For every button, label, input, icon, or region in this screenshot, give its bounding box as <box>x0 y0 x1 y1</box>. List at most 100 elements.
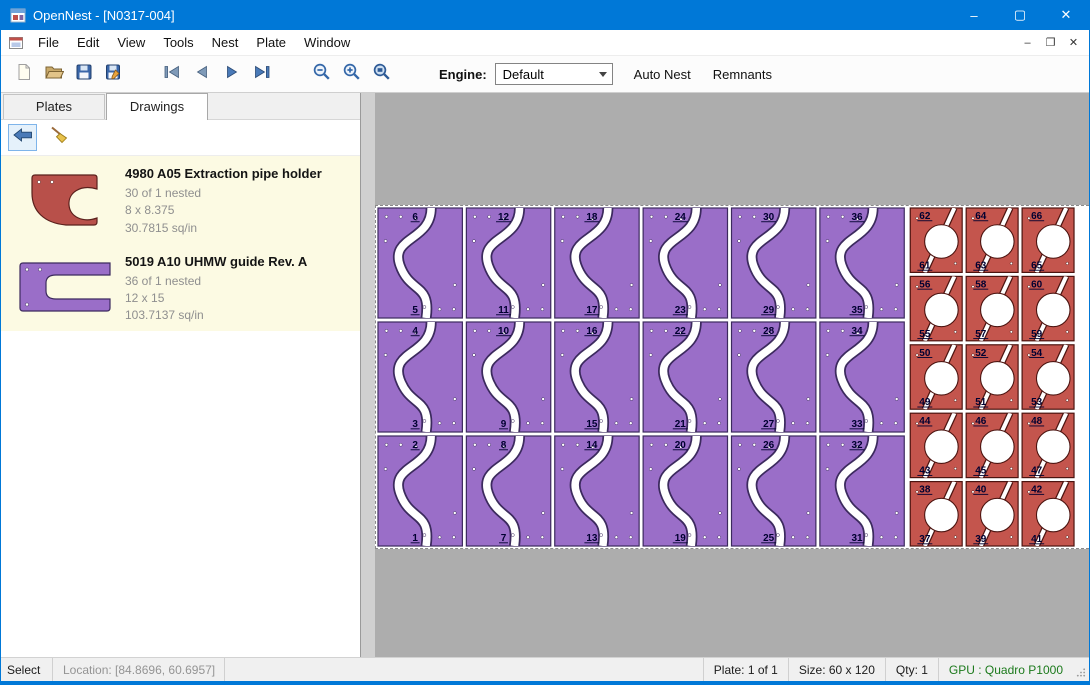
nest-cell-red[interactable]: 4039 <box>966 482 1018 546</box>
drawing-nested: 30 of 1 nested <box>125 185 322 202</box>
status-plate: Plate: 1 of 1 <box>703 658 788 681</box>
engine-dropdown[interactable]: Default <box>495 63 613 85</box>
previous-plate-button[interactable] <box>187 59 217 89</box>
menu-nest[interactable]: Nest <box>203 31 248 54</box>
send-to-nest-button[interactable] <box>8 124 37 151</box>
drawing-title: 5019 A10 UHMW guide Rev. A <box>125 253 307 271</box>
nest-cell-red[interactable]: 6665 <box>1022 208 1074 272</box>
last-plate-button[interactable] <box>247 59 277 89</box>
resize-grip[interactable] <box>1073 658 1089 681</box>
app-window: OpenNest - [N0317-004] – ▢ ✕ File Edit V… <box>0 0 1090 685</box>
menu-plate[interactable]: Plate <box>247 31 295 54</box>
engine-value: Default <box>503 67 544 82</box>
broom-icon <box>49 126 69 149</box>
purple-part-icon <box>12 258 116 316</box>
nest-cell-red[interactable]: 4443 <box>910 413 962 477</box>
menu-bar: File Edit View Tools Nest Plate Window –… <box>1 30 1089 56</box>
nest-cell-red[interactable]: 6059 <box>1022 276 1074 340</box>
nest-cell-purple[interactable]: 3635 <box>820 208 904 318</box>
zoom-in-button[interactable] <box>337 59 367 89</box>
maximize-button[interactable]: ▢ <box>997 0 1043 30</box>
close-button[interactable]: ✕ <box>1043 0 1089 30</box>
nest-plate-svg[interactable]: 6512111817242330293635431091615222128273… <box>376 206 1089 548</box>
nest-cell-purple[interactable]: 21 <box>378 436 462 546</box>
nest-cell-purple[interactable]: 2625 <box>732 436 816 546</box>
mdi-window-controls: – ❐ ✕ <box>1016 36 1089 49</box>
nest-cell-red[interactable]: 4241 <box>1022 482 1074 546</box>
mdi-restore-button[interactable]: ❐ <box>1039 36 1062 49</box>
nest-cell-purple[interactable]: 3231 <box>820 436 904 546</box>
tab-drawings[interactable]: Drawings <box>106 93 208 120</box>
nest-cell-red[interactable]: 5655 <box>910 276 962 340</box>
tab-plates[interactable]: Plates <box>3 94 105 119</box>
clear-button[interactable] <box>44 124 73 151</box>
next-plate-button[interactable] <box>217 59 247 89</box>
open-button[interactable] <box>39 59 69 89</box>
nest-cell-purple[interactable]: 3029 <box>732 208 816 318</box>
nest-cell-purple[interactable]: 109 <box>466 322 550 432</box>
nest-cell-purple[interactable]: 2423 <box>643 208 727 318</box>
red-part-icon <box>28 171 100 229</box>
nest-cell-purple[interactable]: 1615 <box>555 322 639 432</box>
nest-cell-red[interactable]: 5049 <box>910 345 962 409</box>
nest-cell-purple[interactable]: 2827 <box>732 322 816 432</box>
engine-label: Engine: <box>439 67 487 82</box>
app-icon <box>10 8 26 23</box>
nest-cell-red[interactable]: 4645 <box>966 413 1018 477</box>
nest-cell-red[interactable]: 5857 <box>966 276 1018 340</box>
drawing-area: 103.7137 sq/in <box>125 307 307 324</box>
nest-cell-purple[interactable]: 1413 <box>555 436 639 546</box>
next-arrow-icon <box>222 64 242 85</box>
nest-cell-red[interactable]: 3837 <box>910 482 962 546</box>
zoom-out-button[interactable] <box>307 59 337 89</box>
status-size: Size: 60 x 120 <box>788 658 885 681</box>
mdi-close-button[interactable]: ✕ <box>1062 36 1085 49</box>
nest-cell-red[interactable]: 5251 <box>966 345 1018 409</box>
save-as-icon <box>105 63 124 86</box>
list-item[interactable]: 5019 A10 UHMW guide Rev. A 36 of 1 neste… <box>1 244 360 332</box>
nest-cell-purple[interactable]: 65 <box>378 208 462 318</box>
window-title: OpenNest - [N0317-004] <box>33 8 175 23</box>
zoom-group <box>307 59 397 89</box>
drawings-toolbar <box>1 120 360 156</box>
document-icon <box>9 37 23 49</box>
menu-tools[interactable]: Tools <box>154 31 202 54</box>
nest-cell-purple[interactable]: 87 <box>466 436 550 546</box>
menu-view[interactable]: View <box>108 31 154 54</box>
main-toolbar: Engine: Default Auto Nest Remnants <box>1 56 1089 93</box>
nest-canvas[interactable]: 6512111817242330293635431091615222128273… <box>361 93 1089 657</box>
zoom-fit-button[interactable] <box>367 59 397 89</box>
nest-cell-purple[interactable]: 2221 <box>643 322 727 432</box>
nest-cell-red[interactable]: 6261 <box>910 208 962 272</box>
drawings-list: 4980 A05 Extraction pipe holder 30 of 1 … <box>1 156 360 657</box>
chevron-down-icon[interactable] <box>595 64 612 84</box>
list-item[interactable]: 4980 A05 Extraction pipe holder 30 of 1 … <box>1 156 360 244</box>
drawing-nested: 36 of 1 nested <box>125 273 307 290</box>
nest-cell-purple[interactable]: 1817 <box>555 208 639 318</box>
nest-cell-red[interactable]: 5453 <box>1022 345 1074 409</box>
title-bar: OpenNest - [N0317-004] – ▢ ✕ <box>1 0 1089 30</box>
mdi-minimize-button[interactable]: – <box>1016 37 1039 49</box>
status-mode: Select <box>1 658 53 681</box>
first-plate-button[interactable] <box>157 59 187 89</box>
status-gpu: GPU : Quadro P1000 <box>938 658 1073 681</box>
nest-cell-purple[interactable]: 43 <box>378 322 462 432</box>
save-as-button[interactable] <box>99 59 129 89</box>
nest-cell-red[interactable]: 4847 <box>1022 413 1074 477</box>
menu-file[interactable]: File <box>29 31 68 54</box>
remnants-button[interactable]: Remnants <box>702 67 783 82</box>
save-button[interactable] <box>69 59 99 89</box>
new-button[interactable] <box>9 59 39 89</box>
nest-cell-red[interactable]: 6463 <box>966 208 1018 272</box>
menu-edit[interactable]: Edit <box>68 31 108 54</box>
zoom-fit-icon <box>372 62 392 86</box>
nest-plate[interactable]: 6512111817242330293635431091615222128273… <box>375 205 1089 549</box>
nest-cell-purple[interactable]: 2019 <box>643 436 727 546</box>
first-arrow-icon <box>162 64 182 85</box>
menu-window[interactable]: Window <box>295 31 359 54</box>
minimize-button[interactable]: – <box>951 0 997 30</box>
nest-cell-purple[interactable]: 3433 <box>820 322 904 432</box>
save-disk-icon <box>75 63 93 86</box>
auto-nest-button[interactable]: Auto Nest <box>623 67 702 82</box>
nest-cell-purple[interactable]: 1211 <box>466 208 550 318</box>
